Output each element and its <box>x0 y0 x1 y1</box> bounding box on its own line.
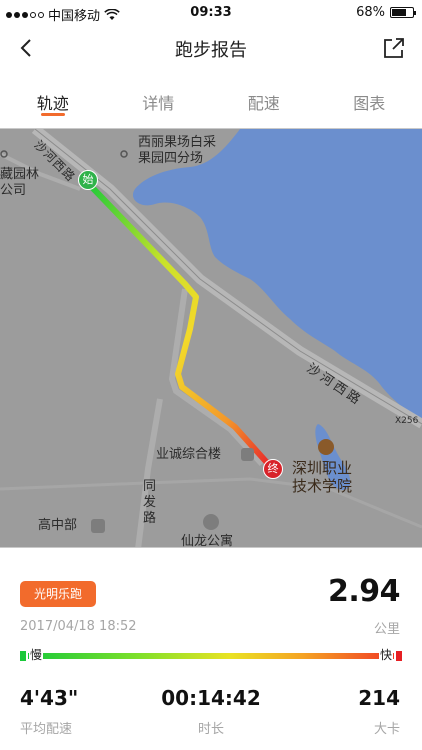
map-label-xianlong: 仙龙公寓 <box>181 534 234 548</box>
school-icon <box>318 439 334 455</box>
tab-pace[interactable]: 配速 <box>211 80 317 124</box>
tab-track[interactable]: 轨迹 <box>0 80 106 124</box>
tab-active-indicator <box>40 113 65 116</box>
pace-gradient <box>28 653 394 659</box>
battery-percent: 68% <box>356 5 385 20</box>
distance-unit: 公里 <box>373 622 400 637</box>
end-marker[interactable]: 终 <box>263 459 283 479</box>
map-label-farm: 西丽果场白采 果园四分场 <box>138 135 217 166</box>
tab-details-label: 详情 <box>142 94 175 113</box>
pace-legend: 慢 快 <box>20 648 402 663</box>
pace-fast-label: 快 <box>378 648 393 662</box>
status-right: 68% <box>356 5 416 20</box>
battery-icon <box>390 7 416 18</box>
map-label-tongfa-road: 同发路 <box>143 479 157 526</box>
map-label-yecheng: 业诚综合楼 <box>156 447 222 462</box>
signal-icon <box>6 11 44 18</box>
event-badge[interactable]: 光明乐跑 <box>20 581 96 607</box>
share-button[interactable] <box>380 34 408 62</box>
back-button[interactable] <box>12 34 40 62</box>
run-stats: 4'43" 平均配速 00:14:42 时长 214 大卡 <box>0 686 422 746</box>
carrier-label: 中国移动 <box>48 9 101 24</box>
pace-slow-cap <box>20 651 26 661</box>
stat-calories-label: 大卡 <box>373 722 400 737</box>
map-label-gaozhong: 高中部 <box>38 518 78 533</box>
building-icon <box>241 448 254 461</box>
tab-bar: 轨迹 详情 配速 图表 <box>0 80 422 124</box>
pace-fast-cap <box>396 651 402 661</box>
status-bar: 中国移动 09:33 68% <box>0 0 422 26</box>
tab-chart[interactable]: 图表 <box>317 80 422 124</box>
tab-pace-label: 配速 <box>247 94 280 113</box>
map-label-park: 藏园林 公司 <box>0 167 40 198</box>
status-left: 中国移动 <box>6 5 120 24</box>
start-marker[interactable]: 始 <box>78 170 98 190</box>
chevron-left-icon <box>20 39 31 57</box>
pace-slow-label: 慢 <box>29 648 44 662</box>
tab-details[interactable]: 详情 <box>106 80 212 124</box>
wifi-icon <box>104 8 120 20</box>
distance-value: 2.94 <box>327 574 401 609</box>
poi-dot-icon <box>120 150 128 158</box>
stat-calories: 214 大卡 <box>358 686 400 737</box>
run-summary-panel: 光明乐跑 2017/04/18 18:52 2.94 公里 慢 快 4'43" … <box>0 548 422 750</box>
stat-calories-value: 214 <box>358 686 400 710</box>
route-map[interactable]: 西丽果场白采 果园四分场 藏园林 公司 沙河西路 沙河西路 X256 业诚综合楼… <box>0 128 422 548</box>
building-icon <box>91 519 105 533</box>
map-label-college: 深圳职业 技术学院 <box>292 459 353 495</box>
tab-chart-label: 图表 <box>353 94 386 113</box>
share-icon <box>384 38 404 58</box>
nav-bar: 跑步报告 <box>0 26 422 70</box>
run-date: 2017/04/18 18:52 <box>20 619 137 634</box>
tab-track-label: 轨迹 <box>36 94 69 113</box>
map-label-x256: X256 <box>395 416 419 426</box>
map-canvas <box>0 129 422 547</box>
home-icon <box>203 514 219 530</box>
road-5 <box>0 477 331 491</box>
page-title: 跑步报告 <box>175 40 247 61</box>
